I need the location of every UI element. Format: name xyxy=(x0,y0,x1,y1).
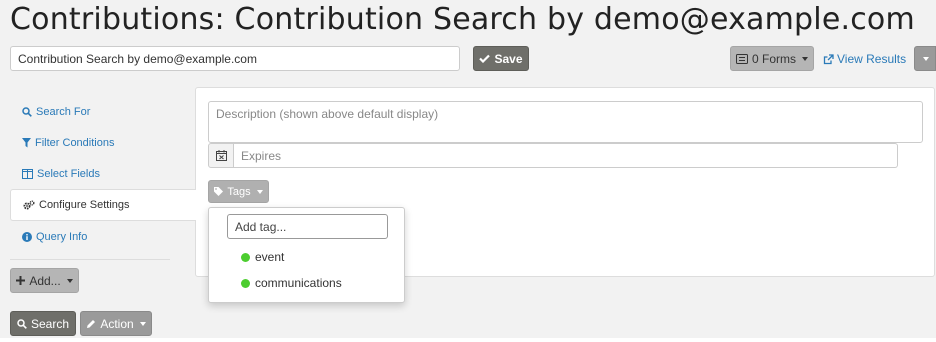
view-results-label: View Results xyxy=(837,52,907,66)
expires-input[interactable]: Expires xyxy=(234,143,898,168)
sidebar-divider xyxy=(10,259,170,260)
view-results-link[interactable]: View Results xyxy=(823,52,906,66)
forms-label: 0 Forms xyxy=(751,51,796,66)
tab-label: Search For xyxy=(36,105,91,118)
plus-icon xyxy=(16,276,26,285)
search-title-input[interactable] xyxy=(10,46,460,71)
filter-icon xyxy=(22,137,31,148)
tags-label: Tags xyxy=(227,185,251,198)
tags-dropdown-menu: Add tag... event communications xyxy=(208,207,405,303)
calendar-icon xyxy=(215,150,227,161)
tag-option-event[interactable]: event xyxy=(241,250,284,264)
view-results-options-button[interactable] xyxy=(914,46,936,71)
search-icon xyxy=(17,318,27,329)
tab-query-info[interactable]: Query Info xyxy=(10,221,196,252)
save-button[interactable]: Save xyxy=(473,46,529,71)
calendar-button[interactable] xyxy=(208,143,234,168)
chevron-down-icon xyxy=(256,189,263,194)
add-button[interactable]: Add... xyxy=(10,268,79,293)
pencil-icon xyxy=(86,319,96,329)
tab-label: Select Fields xyxy=(37,167,100,180)
add-tag-input[interactable]: Add tag... xyxy=(227,214,388,239)
expires-field: Expires xyxy=(208,143,898,168)
info-icon xyxy=(22,231,32,242)
tag-color-dot xyxy=(241,278,250,288)
chevron-down-icon xyxy=(802,56,808,61)
tag-option-communications[interactable]: communications xyxy=(241,276,342,290)
search-icon xyxy=(22,106,32,117)
tab-filter-conditions[interactable]: Filter Conditions xyxy=(10,127,196,158)
search-label: Search xyxy=(30,316,70,331)
tab-label: Configure Settings xyxy=(39,199,130,211)
page-title: Contributions: Contribution Search by de… xyxy=(10,2,915,37)
tag-icon xyxy=(214,187,224,196)
list-alt-icon xyxy=(735,53,748,64)
chevron-down-icon xyxy=(66,278,73,283)
chevron-down-icon xyxy=(139,321,146,326)
action-label: Action xyxy=(100,316,134,331)
tag-color-dot xyxy=(241,252,250,262)
forms-dropdown-button[interactable]: 0 Forms xyxy=(730,46,814,71)
columns-icon xyxy=(22,168,33,179)
tab-configure-settings[interactable]: Configure Settings xyxy=(10,189,196,221)
bottom-edge xyxy=(0,338,936,342)
gears-icon xyxy=(23,200,35,211)
tab-select-fields[interactable]: Select Fields xyxy=(10,158,196,189)
search-button[interactable]: Search xyxy=(10,311,76,336)
description-textarea[interactable]: Description (shown above default display… xyxy=(208,101,923,143)
save-label: Save xyxy=(494,51,523,66)
tab-label: Filter Conditions xyxy=(35,136,115,149)
external-link-icon xyxy=(823,53,834,65)
check-icon xyxy=(479,54,491,63)
tab-label: Query Info xyxy=(36,230,88,243)
action-dropdown-button[interactable]: Action xyxy=(80,311,152,336)
tag-label: communications xyxy=(255,276,342,290)
tab-search-for[interactable]: Search For xyxy=(10,96,196,127)
sidebar-tabs: Search For Filter Conditions Select Fiel… xyxy=(10,96,196,252)
tags-dropdown-button[interactable]: Tags xyxy=(208,180,269,203)
tag-label: event xyxy=(255,250,285,264)
chevron-down-icon xyxy=(923,56,929,61)
add-label: Add... xyxy=(29,273,61,288)
